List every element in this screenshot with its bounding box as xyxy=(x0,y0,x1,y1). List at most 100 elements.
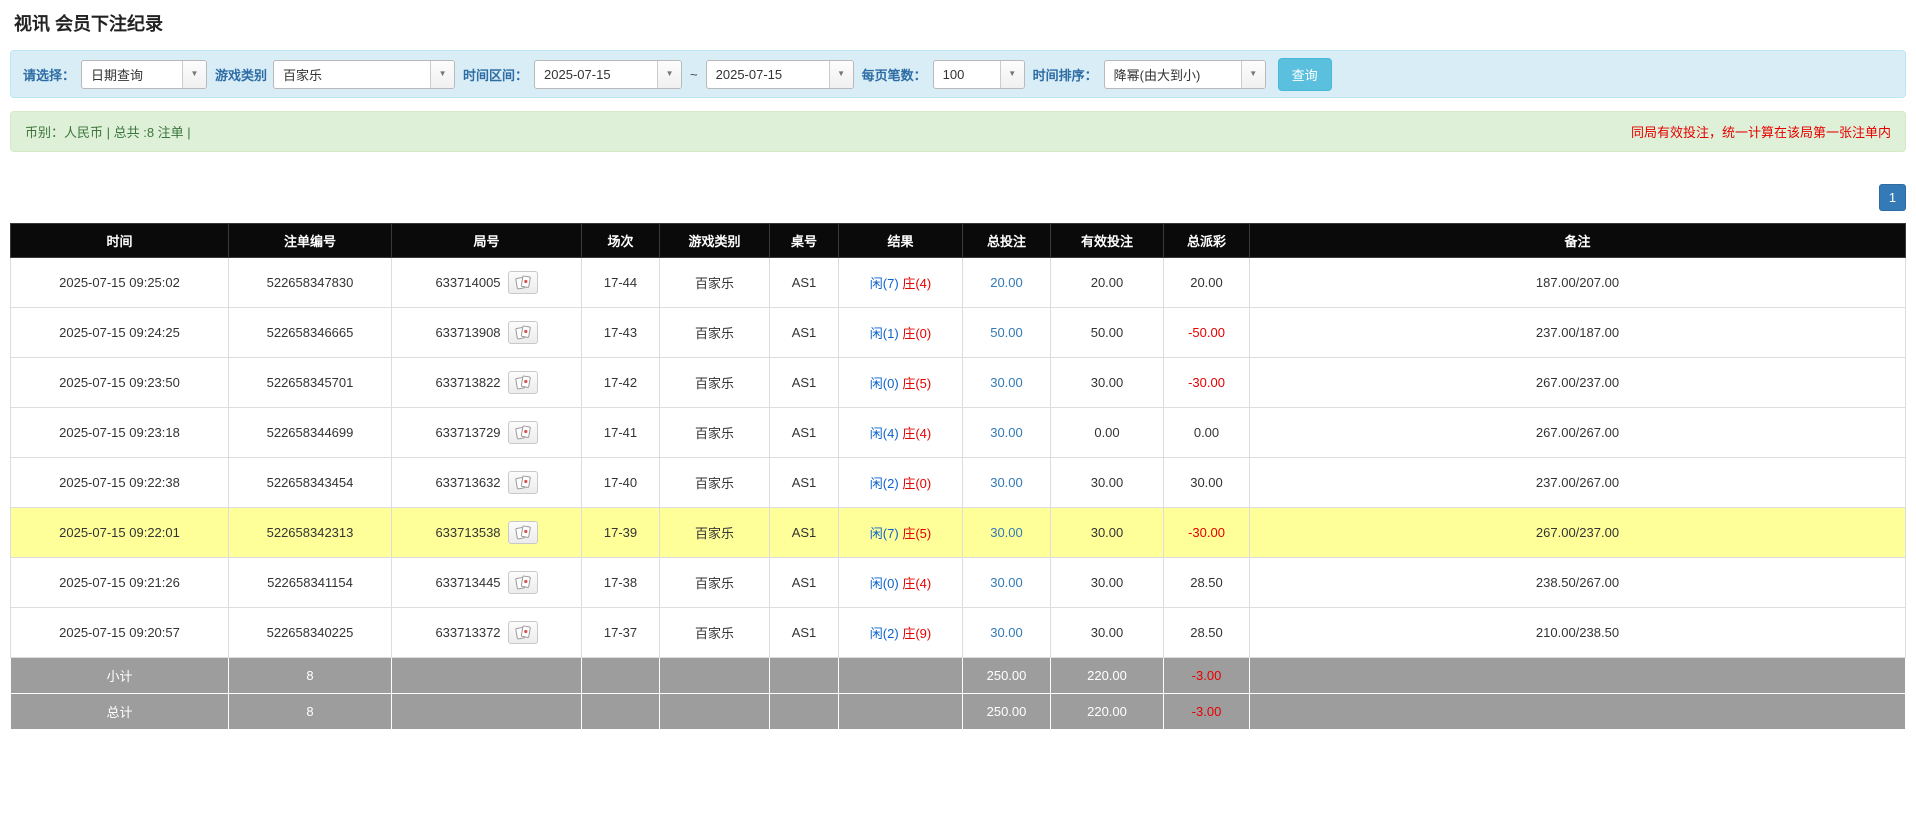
pagination-top: 1 xyxy=(10,184,1906,211)
header-game-type: 游戏类别 xyxy=(659,223,770,258)
date-from-dropdown-button[interactable]: ▼ xyxy=(657,60,682,88)
cell-round-id: 633713445 xyxy=(391,557,582,608)
page-size-dropdown-button[interactable]: ▼ xyxy=(999,60,1024,88)
cell-note: 238.50/267.00 xyxy=(1249,557,1906,608)
page-size-label: 每页笔数： xyxy=(861,67,927,83)
table-footer: 小计 8 250.00 220.00 -3.00 总计 8 250.00 220… xyxy=(10,657,1906,730)
cell-payout: -30.00 xyxy=(1163,357,1250,408)
total-bet-link[interactable]: 30.00 xyxy=(990,525,1023,540)
round-id-text: 633714005 xyxy=(435,275,501,290)
cell-game-type: 百家乐 xyxy=(659,407,770,458)
result-player: 闲(4) xyxy=(869,426,899,441)
cell-table-no: AS1 xyxy=(769,257,839,308)
cell-round-id: 633713729 xyxy=(391,407,582,458)
total-bet-link[interactable]: 30.00 xyxy=(990,425,1023,440)
select-type-combobox[interactable]: 日期查询 ▼ xyxy=(81,59,208,89)
cell-payout: -50.00 xyxy=(1163,307,1250,358)
cell-payout: 28.50 xyxy=(1163,557,1250,608)
cell-result: 闲(7) 庄(5) xyxy=(838,507,963,558)
cell-result: 闲(1) 庄(0) xyxy=(838,307,963,358)
time-range-label: 时间区间： xyxy=(463,67,529,83)
cell-bet-id: 522658340225 xyxy=(228,607,392,658)
cell-result: 闲(2) 庄(0) xyxy=(838,457,963,508)
page-button-1[interactable]: 1 xyxy=(1879,184,1906,211)
date-to-dropdown-button[interactable]: ▼ xyxy=(828,60,853,88)
total-bet-link[interactable]: 30.00 xyxy=(990,475,1023,490)
search-button[interactable]: 查询 xyxy=(1277,57,1332,91)
cell-game-type: 百家乐 xyxy=(659,357,770,408)
cell-game-type: 百家乐 xyxy=(659,557,770,608)
header-valid-bet: 有效投注 xyxy=(1050,223,1164,258)
round-result-button[interactable] xyxy=(507,321,538,344)
total-bet-link[interactable]: 30.00 xyxy=(990,375,1023,390)
total-bet-link[interactable]: 50.00 xyxy=(990,325,1023,340)
cell-session: 17-41 xyxy=(581,407,660,458)
round-result-button[interactable] xyxy=(507,621,538,644)
date-from-combobox[interactable]: 2025-07-15 ▼ xyxy=(534,59,683,89)
result-banker: 庄(9) xyxy=(902,626,932,641)
cell-note: 187.00/207.00 xyxy=(1249,257,1906,308)
cell-time: 2025-07-15 09:20:57 xyxy=(10,607,229,658)
cell-total-bet: 50.00 xyxy=(962,307,1051,358)
game-type-combobox[interactable]: 百家乐 ▼ xyxy=(273,59,456,89)
result-player: 闲(1) xyxy=(869,326,899,341)
select-type-dropdown-button[interactable]: ▼ xyxy=(182,60,207,88)
currency-summary: 币别：人民币 | 总共 :8 注单 | xyxy=(25,125,191,140)
cell-valid-bet: 20.00 xyxy=(1050,257,1164,308)
cell-session: 17-40 xyxy=(581,457,660,508)
cell-game-type: 百家乐 xyxy=(659,457,770,508)
cell-bet-id: 522658342313 xyxy=(228,507,392,558)
cell-table-no: AS1 xyxy=(769,357,839,408)
cell-game-type: 百家乐 xyxy=(659,257,770,308)
cell-valid-bet: 30.00 xyxy=(1050,507,1164,558)
total-bet-link[interactable]: 20.00 xyxy=(990,275,1023,290)
cell-valid-bet: 30.00 xyxy=(1050,557,1164,608)
sort-value: 降幂(由大到小) xyxy=(1113,67,1201,83)
cell-total-bet: 20.00 xyxy=(962,257,1051,308)
total-row: 总计 8 250.00 220.00 -3.00 xyxy=(10,693,1906,730)
cell-payout: -30.00 xyxy=(1163,507,1250,558)
total-bet-link[interactable]: 30.00 xyxy=(990,575,1023,590)
cell-session: 17-37 xyxy=(581,607,660,658)
sort-combobox[interactable]: 降幂(由大到小) ▼ xyxy=(1103,59,1266,89)
page-size-combobox[interactable]: 100 ▼ xyxy=(932,59,1025,89)
total-bet-link[interactable]: 30.00 xyxy=(990,625,1023,640)
cards-icon xyxy=(514,375,531,390)
round-result-button[interactable] xyxy=(507,571,538,594)
round-result-button[interactable] xyxy=(507,271,538,294)
cell-total-bet: 30.00 xyxy=(962,457,1051,508)
cell-valid-bet: 0.00 xyxy=(1050,407,1164,458)
round-id-text: 633713632 xyxy=(435,475,501,490)
cell-total-bet: 30.00 xyxy=(962,557,1051,608)
total-label: 总计 xyxy=(10,693,229,730)
cell-time: 2025-07-15 09:24:25 xyxy=(10,307,229,358)
table-row: 2025-07-15 09:25:02 522658347830 6337140… xyxy=(10,257,1906,308)
chevron-down-icon: ▼ xyxy=(190,69,199,78)
chevron-down-icon: ▼ xyxy=(1249,69,1258,78)
date-to-combobox[interactable]: 2025-07-15 ▼ xyxy=(705,59,854,89)
cell-note: 267.00/267.00 xyxy=(1249,407,1906,458)
cell-round-id: 633713822 xyxy=(391,357,582,408)
total-payout: -3.00 xyxy=(1163,693,1250,730)
round-id-text: 633713822 xyxy=(435,375,501,390)
filter-item-time-range: 时间区间： 2025-07-15 ▼ ~ 2025-07-15 ▼ xyxy=(463,59,854,89)
header-bet-id: 注单编号 xyxy=(228,223,392,258)
game-type-dropdown-button[interactable]: ▼ xyxy=(430,60,455,88)
header-table-no: 桌号 xyxy=(769,223,839,258)
subtotal-label: 小计 xyxy=(10,657,229,694)
cell-bet-id: 522658343454 xyxy=(228,457,392,508)
round-result-button[interactable] xyxy=(507,371,538,394)
cell-total-bet: 30.00 xyxy=(962,357,1051,408)
round-result-button[interactable] xyxy=(507,471,538,494)
cell-note: 267.00/237.00 xyxy=(1249,357,1906,408)
round-result-button[interactable] xyxy=(507,521,538,544)
cards-icon xyxy=(514,425,531,440)
cell-total-bet: 30.00 xyxy=(962,607,1051,658)
sort-dropdown-button[interactable]: ▼ xyxy=(1240,60,1265,88)
cell-round-id: 633713632 xyxy=(391,457,582,508)
result-player: 闲(7) xyxy=(869,526,899,541)
page: 视讯 会员下注纪录 请选择： 日期查询 ▼ 游戏类别 百家乐 ▼ 时间区间： 2… xyxy=(0,0,1916,826)
round-result-button[interactable] xyxy=(507,421,538,444)
cell-result: 闲(2) 庄(9) xyxy=(838,607,963,658)
result-player: 闲(0) xyxy=(869,376,899,391)
